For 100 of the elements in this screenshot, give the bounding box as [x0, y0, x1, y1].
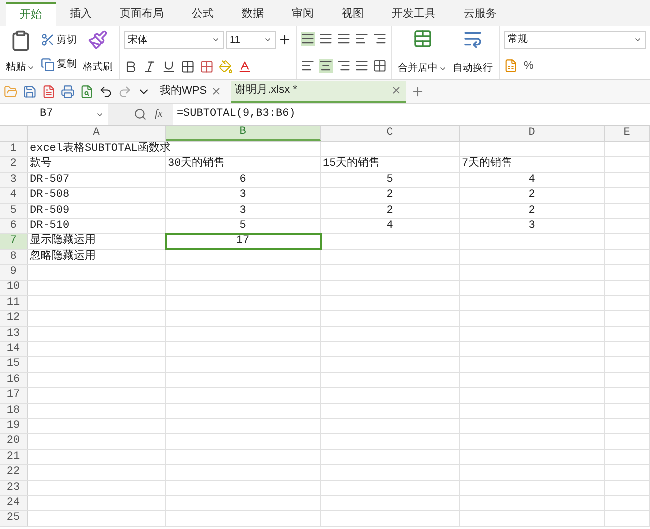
print-icon[interactable] — [61, 84, 75, 98]
cell-text: 显示隐藏运用 — [30, 233, 96, 250]
row-header[interactable]: 20 — [0, 434, 28, 449]
undo-icon[interactable] — [99, 84, 113, 98]
paintbrush-icon — [88, 30, 108, 50]
row-header[interactable]: 12 — [0, 311, 28, 326]
ribbon-tab[interactable]: 审阅 — [278, 2, 328, 26]
close-icon[interactable] — [391, 85, 402, 96]
ribbon-tab[interactable]: 页面布局 — [106, 2, 178, 26]
number-format-field[interactable]: 常规 — [504, 30, 646, 49]
row-header[interactable]: 25 — [0, 511, 28, 526]
row-header[interactable]: 17 — [0, 388, 28, 403]
cell-text: 3 — [240, 204, 246, 219]
cell-text: 6 — [240, 172, 246, 188]
row-header[interactable]: 7 — [0, 234, 28, 249]
document-tab[interactable]: 我的WPS — [156, 80, 226, 102]
function-label[interactable]: fx — [155, 106, 163, 123]
ribbon-tab[interactable]: 云服务 — [450, 2, 511, 26]
paste-button[interactable]: 粘贴 — [6, 28, 35, 77]
row-header[interactable]: 8 — [0, 250, 28, 264]
preview-icon[interactable] — [80, 84, 94, 98]
font-color-icon[interactable] — [238, 60, 252, 74]
cell-text: 5 — [240, 218, 246, 234]
row-header[interactable]: 4 — [0, 188, 28, 203]
justify-icon[interactable] — [355, 58, 369, 73]
align-center-icon[interactable] — [319, 58, 333, 73]
row-header[interactable]: 11 — [0, 296, 28, 310]
cell-text: 3 — [240, 188, 246, 204]
row-header[interactable]: 13 — [0, 326, 28, 342]
wrap-text-button[interactable]: 自动换行 — [453, 26, 493, 79]
row-header[interactable]: 23 — [0, 480, 28, 495]
row-header[interactable]: 18 — [0, 404, 28, 418]
align-bottom-icon[interactable] — [337, 32, 351, 46]
align-right-icon[interactable] — [337, 58, 351, 73]
outdent-icon[interactable] — [373, 32, 387, 46]
save-icon[interactable] — [23, 84, 37, 98]
close-icon[interactable] — [211, 86, 222, 97]
row-header[interactable]: 24 — [0, 496, 28, 510]
format-painter-button[interactable]: 格式刷 — [83, 28, 113, 77]
cell-text: 2 — [386, 188, 394, 204]
cell-text: 2 — [528, 188, 536, 204]
column-header[interactable]: C — [321, 126, 460, 141]
row-header[interactable]: 5 — [0, 204, 28, 218]
row-header[interactable]: 1 — [0, 142, 28, 156]
row-header[interactable]: 6 — [0, 218, 28, 234]
font-size-field[interactable]: 11 — [226, 31, 276, 50]
borders-icon[interactable] — [181, 60, 195, 74]
cell-text: 2 — [528, 204, 536, 219]
row-header[interactable]: 9 — [0, 265, 28, 280]
column-header[interactable]: B — [166, 126, 321, 141]
merge-center-button[interactable]: 合并居中 — [398, 26, 447, 79]
cell-text: 4 — [528, 172, 536, 188]
column-header[interactable]: E — [605, 126, 650, 141]
formula-field[interactable]: =SUBTOTAL(9,B3:B6) — [172, 104, 650, 125]
merge-cells-icon — [412, 29, 432, 49]
cell-text: excel表格SUBTOTAL函数求 — [30, 141, 171, 157]
underline-icon[interactable] — [162, 60, 176, 74]
cut-button[interactable]: 剪切 — [41, 32, 77, 48]
caret-icon — [27, 64, 35, 72]
ribbon-tab[interactable]: 插入 — [56, 2, 106, 26]
caret-icon — [212, 36, 220, 44]
ribbon-tab[interactable]: 视图 — [328, 2, 378, 26]
row-header[interactable]: 14 — [0, 342, 28, 356]
document-tab[interactable]: 谢明月.xlsx * — [231, 80, 406, 102]
row-header[interactable]: 21 — [0, 450, 28, 464]
cell-text: 30天的销售 — [168, 156, 226, 172]
align-middle-icon[interactable] — [319, 32, 333, 46]
copy-button[interactable]: 复制 — [41, 57, 77, 72]
row-header[interactable]: 2 — [0, 157, 28, 172]
indent-icon[interactable] — [355, 32, 369, 46]
name-box[interactable]: B7 — [0, 104, 108, 125]
scissors-icon — [41, 33, 55, 48]
row-header[interactable]: 16 — [0, 372, 28, 388]
cell-text: DR-508 — [30, 188, 70, 204]
pdf-icon[interactable] — [42, 84, 56, 98]
search-icon[interactable] — [134, 108, 147, 121]
fill-color-icon[interactable] — [219, 60, 233, 74]
italic-icon[interactable] — [143, 60, 157, 74]
row-header[interactable]: 22 — [0, 465, 28, 480]
bold-icon[interactable] — [124, 60, 138, 74]
cell-text: 17 — [236, 234, 250, 250]
cell-text: 忽略隐藏运用 — [30, 248, 96, 265]
align-left-icon[interactable] — [301, 58, 315, 73]
row-header[interactable]: 10 — [0, 280, 28, 295]
column-header[interactable]: D — [460, 126, 605, 141]
ribbon-tab[interactable]: 开发工具 — [378, 2, 450, 26]
ribbon-tab[interactable]: 数据 — [228, 2, 278, 26]
cell-text: DR-509 — [30, 204, 70, 219]
cell-text: DR-507 — [30, 172, 70, 188]
ribbon-tab[interactable]: 开始 — [6, 2, 56, 26]
row-header[interactable]: 15 — [0, 357, 28, 372]
copy-icon — [41, 58, 55, 72]
row-header[interactable]: 19 — [0, 419, 28, 434]
new-tab-icon[interactable] — [411, 84, 426, 98]
align-top-icon[interactable] — [301, 32, 315, 46]
cell-style-icon[interactable] — [200, 60, 214, 74]
row-header[interactable]: 3 — [0, 172, 28, 188]
ribbon-tab[interactable]: 公式 — [178, 2, 228, 26]
percent-button[interactable]: % — [524, 58, 534, 74]
font-name-field[interactable]: 宋体 — [124, 31, 224, 50]
